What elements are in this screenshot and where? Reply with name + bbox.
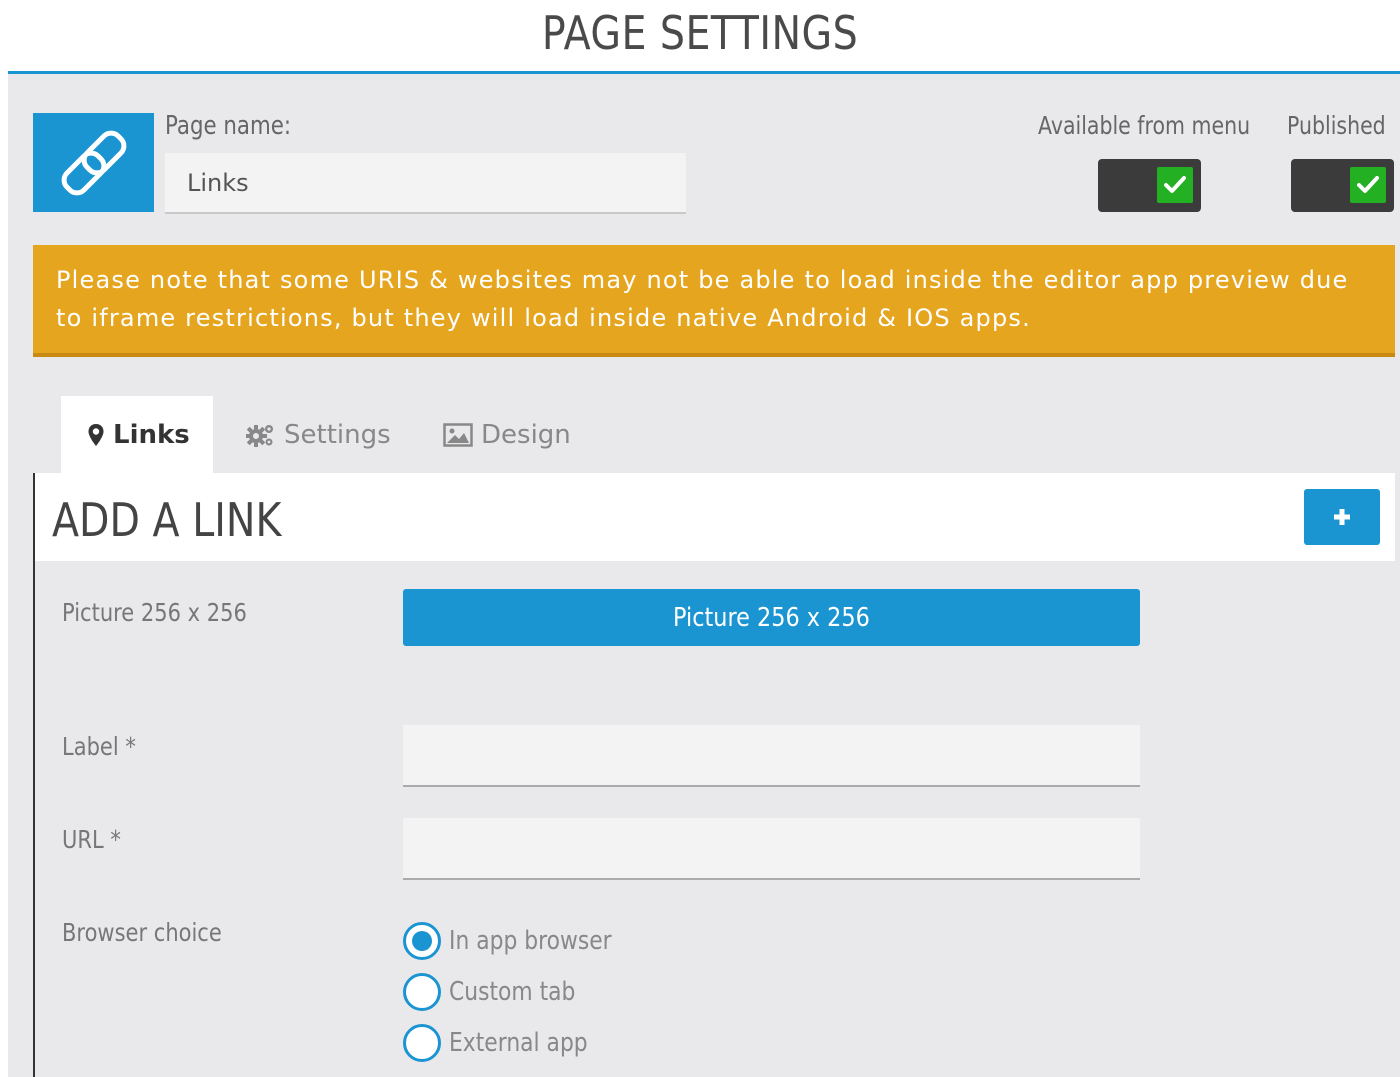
tab-design[interactable]: Design: [443, 396, 571, 474]
tab-settings[interactable]: Settings: [246, 396, 391, 474]
tab-design-label: Design: [481, 420, 571, 450]
radio-unselected[interactable]: [403, 973, 441, 1011]
page-title: PAGE SETTINGS: [541, 6, 859, 60]
available-from-menu-toggle[interactable]: [1098, 159, 1201, 212]
page-name-label: Page name:: [165, 111, 292, 141]
tab-links-label: Links: [113, 420, 190, 450]
radio-unselected[interactable]: [403, 1024, 441, 1062]
check-icon: [1157, 167, 1193, 203]
picture-upload-button[interactable]: Picture 256 x 256: [403, 589, 1140, 646]
notice-text: Please note that some URIS & websites ma…: [56, 266, 1349, 332]
picture-upload-button-label: Picture 256 x 256: [673, 602, 870, 633]
link-icon-graphic: [61, 130, 126, 195]
page-name-input[interactable]: [165, 153, 686, 214]
check-icon: [1350, 167, 1386, 203]
picture-icon: [443, 423, 473, 447]
browser-option-external-app[interactable]: External app: [403, 1023, 614, 1063]
browser-option-label: In app browser: [449, 926, 612, 956]
map-marker-icon: [88, 424, 104, 446]
link-icon[interactable]: [33, 113, 154, 212]
url-field-label: URL *: [62, 825, 121, 854]
tab-settings-label: Settings: [284, 420, 391, 450]
radio-selected[interactable]: [403, 922, 441, 960]
tab-links[interactable]: Links: [61, 396, 213, 474]
label-input[interactable]: [403, 725, 1140, 787]
published-toggle[interactable]: [1291, 159, 1394, 212]
browser-choice-label: Browser choice: [62, 918, 222, 947]
available-from-menu-label: Available from menu: [1038, 111, 1251, 140]
browser-option-custom-tab[interactable]: Custom tab: [403, 972, 600, 1012]
picture-label: Picture 256 x 256: [62, 598, 247, 627]
add-link-title: ADD A LINK: [52, 493, 282, 547]
cogs-icon: [246, 425, 273, 447]
browser-option-label: Custom tab: [449, 977, 576, 1007]
label-field-label: Label *: [62, 732, 136, 761]
published-label: Published: [1287, 111, 1386, 140]
radio-dot: [412, 931, 432, 951]
browser-option-label: External app: [449, 1028, 588, 1058]
url-input[interactable]: [403, 818, 1140, 880]
browser-option-in-app[interactable]: In app browser: [403, 921, 643, 961]
page-header: PAGE SETTINGS: [0, 0, 1400, 75]
add-link-button[interactable]: [1304, 489, 1380, 545]
iframe-notice: Please note that some URIS & websites ma…: [33, 245, 1395, 357]
plus-icon: [1334, 509, 1350, 525]
